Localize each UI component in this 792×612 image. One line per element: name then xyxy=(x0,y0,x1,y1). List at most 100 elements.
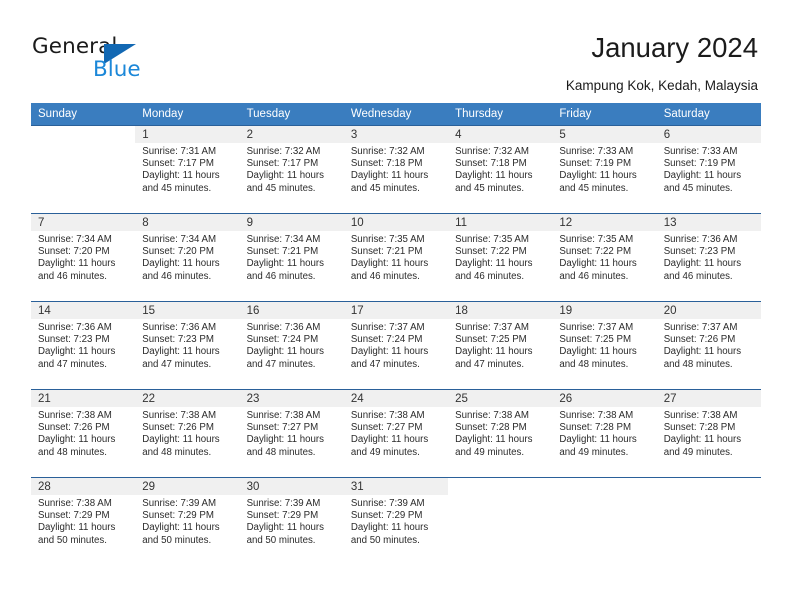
sunset-time: Sunset: 7:20 PM xyxy=(142,246,214,258)
sunrise-time: Sunrise: 7:38 AM xyxy=(350,410,425,421)
day-details: Sunrise: 7:32 AM Sunset: 7:17 PM Daylight:… xyxy=(240,143,344,195)
day-cell-4[interactable]: 4 Sunrise: 7:32 AM Sunset: 7:18 PM Daylight… xyxy=(448,125,553,213)
day-cell-27[interactable]: 27 Sunrise: 7:38 AM Sunset: 7:28 PM Dayligh… xyxy=(656,389,761,477)
sunset-time: Sunset: 7:27 PM xyxy=(246,422,319,434)
daylight-minutes: and 50 minutes. xyxy=(246,534,316,546)
day-cell-11[interactable]: 11 Sunrise: 7:35 AM Sunset: 7:22 PM Dayligh… xyxy=(448,213,553,301)
day-number: 27 xyxy=(656,390,761,407)
sunset-time: Sunset: 7:29 PM xyxy=(246,510,319,522)
calendar-cell: 14 Sunrise: 7:36 AM Sunset: 7:23 PM Dayligh… xyxy=(31,301,136,389)
day-cell-15[interactable]: 15 Sunrise: 7:36 AM Sunset: 7:23 PM Dayligh… xyxy=(135,301,240,389)
day-details: Sunrise: 7:36 AM Sunset: 7:24 PM Daylight:… xyxy=(240,319,344,371)
day-cell-20[interactable]: 20 Sunrise: 7:37 AM Sunset: 7:26 PM Dayligh… xyxy=(656,301,761,389)
day-cell-22[interactable]: 22 Sunrise: 7:38 AM Sunset: 7:26 PM Dayligh… xyxy=(135,389,240,477)
calendar-cell: 27 Sunrise: 7:38 AM Sunset: 7:28 PM Dayligh… xyxy=(656,389,761,477)
daylight-minutes: and 46 minutes. xyxy=(142,270,212,282)
day-details: Sunrise: 7:36 AM Sunset: 7:23 PM Daylight:… xyxy=(31,319,135,371)
calendar-cell xyxy=(448,477,553,565)
calendar-cell: 26 Sunrise: 7:38 AM Sunset: 7:28 PM Dayligh… xyxy=(552,389,657,477)
day-cell-10[interactable]: 10 Sunrise: 7:35 AM Sunset: 7:21 PM Dayligh… xyxy=(343,213,449,301)
sunrise-time: Sunrise: 7:38 AM xyxy=(455,410,529,421)
day-cell-23[interactable]: 23 Sunrise: 7:38 AM Sunset: 7:27 PM Dayligh… xyxy=(239,389,344,477)
day-number: 16 xyxy=(239,302,344,319)
day-cell-24[interactable]: 24 Sunrise: 7:38 AM Sunset: 7:27 PM Dayligh… xyxy=(343,389,449,477)
day-details: Sunrise: 7:35 AM Sunset: 7:21 PM Daylight:… xyxy=(344,231,448,283)
day-cell-empty xyxy=(31,125,136,213)
day-cell-21[interactable]: 21 Sunrise: 7:38 AM Sunset: 7:26 PM Dayligh… xyxy=(31,389,136,477)
day-cell-16[interactable]: 16 Sunrise: 7:36 AM Sunset: 7:24 PM Dayligh… xyxy=(239,301,344,389)
day-cell-6[interactable]: 6 Sunrise: 7:33 AM Sunset: 7:19 PM Daylight… xyxy=(656,125,761,213)
day-cell-31[interactable]: 31 Sunrise: 7:39 AM Sunset: 7:29 PM Dayligh… xyxy=(343,477,449,565)
daylight-hours: Daylight: 11 hours xyxy=(455,434,533,446)
day-number: 20 xyxy=(656,302,761,319)
day-cell-empty xyxy=(656,477,761,565)
day-number: 9 xyxy=(239,214,344,231)
sunset-time: Sunset: 7:29 PM xyxy=(142,510,214,522)
day-cell-8[interactable]: 8 Sunrise: 7:34 AM Sunset: 7:20 PM Daylight… xyxy=(135,213,240,301)
sunset-time: Sunset: 7:23 PM xyxy=(38,334,110,346)
daylight-hours: Daylight: 11 hours xyxy=(246,170,324,182)
day-cell-1[interactable]: 1 Sunrise: 7:31 AM Sunset: 7:17 PM Daylight… xyxy=(135,125,240,213)
daylight-minutes: and 47 minutes. xyxy=(142,358,212,370)
day-number: 18 xyxy=(448,302,553,319)
page-title: January 2024 xyxy=(591,32,758,63)
daylight-minutes: and 48 minutes. xyxy=(559,358,629,370)
day-cell-17[interactable]: 17 Sunrise: 7:37 AM Sunset: 7:24 PM Dayligh… xyxy=(343,301,449,389)
sunset-time: Sunset: 7:25 PM xyxy=(559,334,632,346)
general-blue-logo[interactable]: General Blue xyxy=(32,34,182,84)
sunrise-time: Sunrise: 7:32 AM xyxy=(246,146,321,157)
day-cell-29[interactable]: 29 Sunrise: 7:39 AM Sunset: 7:29 PM Dayligh… xyxy=(135,477,240,565)
calendar-cell: 16 Sunrise: 7:36 AM Sunset: 7:24 PM Dayligh… xyxy=(239,301,344,389)
day-cell-5[interactable]: 5 Sunrise: 7:33 AM Sunset: 7:19 PM Daylight… xyxy=(552,125,657,213)
day-number: 31 xyxy=(343,478,449,495)
sunrise-time: Sunrise: 7:39 AM xyxy=(142,498,217,509)
day-cell-13[interactable]: 13 Sunrise: 7:36 AM Sunset: 7:23 PM Dayligh… xyxy=(656,213,761,301)
day-cell-empty xyxy=(552,477,657,565)
weekday-header-friday: Friday xyxy=(552,103,657,125)
day-number: 28 xyxy=(31,478,136,495)
day-cell-18[interactable]: 18 Sunrise: 7:37 AM Sunset: 7:25 PM Dayligh… xyxy=(448,301,553,389)
daylight-hours: Daylight: 11 hours xyxy=(559,434,637,446)
sunset-time: Sunset: 7:26 PM xyxy=(142,422,214,434)
day-cell-28[interactable]: 28 Sunrise: 7:38 AM Sunset: 7:29 PM Dayligh… xyxy=(31,477,136,565)
daylight-hours: Daylight: 11 hours xyxy=(663,346,742,358)
calendar-cell: 15 Sunrise: 7:36 AM Sunset: 7:23 PM Dayligh… xyxy=(135,301,240,389)
sunset-time: Sunset: 7:20 PM xyxy=(38,246,110,258)
day-cell-12[interactable]: 12 Sunrise: 7:35 AM Sunset: 7:22 PM Dayligh… xyxy=(552,213,657,301)
daylight-minutes: and 47 minutes. xyxy=(246,358,316,370)
day-number: 6 xyxy=(656,126,761,143)
sunrise-time: Sunrise: 7:39 AM xyxy=(350,498,425,509)
daylight-hours: Daylight: 11 hours xyxy=(663,170,742,182)
calendar-cell: 21 Sunrise: 7:38 AM Sunset: 7:26 PM Dayligh… xyxy=(31,389,136,477)
sunrise-time: Sunrise: 7:32 AM xyxy=(350,146,425,157)
day-cell-19[interactable]: 19 Sunrise: 7:37 AM Sunset: 7:25 PM Dayligh… xyxy=(552,301,657,389)
daylight-hours: Daylight: 11 hours xyxy=(246,258,324,270)
calendar-body: 1 Sunrise: 7:31 AM Sunset: 7:17 PM Daylight… xyxy=(31,125,761,565)
day-number: 15 xyxy=(135,302,240,319)
day-cell-25[interactable]: 25 Sunrise: 7:38 AM Sunset: 7:28 PM Dayligh… xyxy=(448,389,553,477)
day-cell-9[interactable]: 9 Sunrise: 7:34 AM Sunset: 7:21 PM Daylight… xyxy=(239,213,344,301)
day-cell-3[interactable]: 3 Sunrise: 7:32 AM Sunset: 7:18 PM Daylight… xyxy=(343,125,449,213)
calendar-cell: 4 Sunrise: 7:32 AM Sunset: 7:18 PM Daylight… xyxy=(448,125,553,213)
sunrise-time: Sunrise: 7:38 AM xyxy=(142,410,217,421)
calendar-cell: 17 Sunrise: 7:37 AM Sunset: 7:24 PM Dayligh… xyxy=(343,301,449,389)
day-details: Sunrise: 7:35 AM Sunset: 7:22 PM Daylight:… xyxy=(552,231,656,283)
day-cell-26[interactable]: 26 Sunrise: 7:38 AM Sunset: 7:28 PM Dayligh… xyxy=(552,389,657,477)
day-details: Sunrise: 7:37 AM Sunset: 7:26 PM Daylight:… xyxy=(657,319,761,371)
day-cell-30[interactable]: 30 Sunrise: 7:39 AM Sunset: 7:29 PM Dayligh… xyxy=(239,477,344,565)
day-details: Sunrise: 7:34 AM Sunset: 7:21 PM Daylight:… xyxy=(240,231,344,283)
daylight-minutes: and 45 minutes. xyxy=(142,182,212,194)
daylight-minutes: and 45 minutes. xyxy=(663,182,733,194)
day-number: 4 xyxy=(448,126,553,143)
daylight-minutes: and 46 minutes. xyxy=(455,270,525,282)
day-number: 29 xyxy=(135,478,240,495)
sunrise-time: Sunrise: 7:36 AM xyxy=(142,322,217,333)
day-cell-2[interactable]: 2 Sunrise: 7:32 AM Sunset: 7:17 PM Daylight… xyxy=(239,125,344,213)
calendar-cell: 28 Sunrise: 7:38 AM Sunset: 7:29 PM Dayligh… xyxy=(31,477,136,565)
day-details: Sunrise: 7:36 AM Sunset: 7:23 PM Daylight:… xyxy=(135,319,239,371)
daylight-minutes: and 45 minutes. xyxy=(559,182,629,194)
day-cell-14[interactable]: 14 Sunrise: 7:36 AM Sunset: 7:23 PM Dayligh… xyxy=(31,301,136,389)
day-number: 17 xyxy=(343,302,449,319)
sunrise-time: Sunrise: 7:38 AM xyxy=(38,410,112,421)
day-cell-7[interactable]: 7 Sunrise: 7:34 AM Sunset: 7:20 PM Daylight… xyxy=(31,213,136,301)
